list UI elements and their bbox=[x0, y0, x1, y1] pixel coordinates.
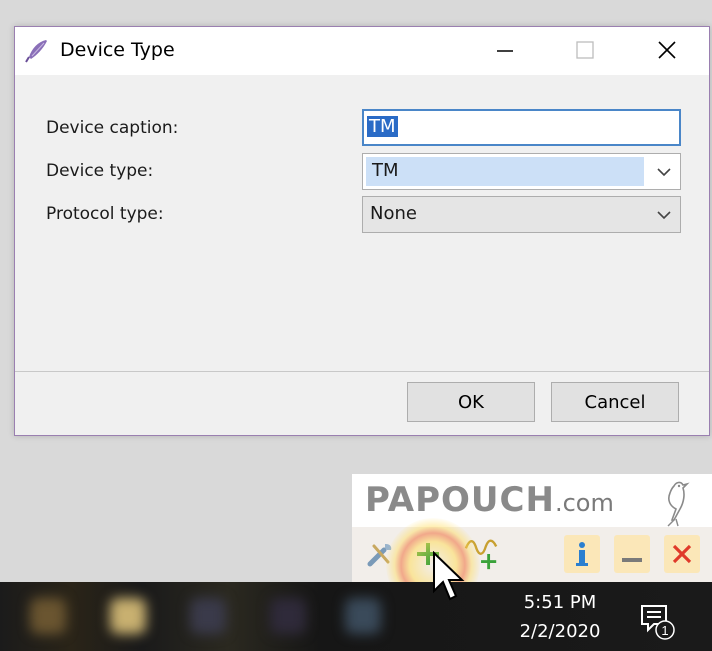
chevron-down-icon bbox=[657, 168, 671, 177]
device-type-label: Device type: bbox=[46, 161, 154, 181]
device-caption-value: TM bbox=[367, 116, 398, 137]
maximize-icon bbox=[576, 41, 594, 59]
taskbar-clock[interactable]: 5:51 PM 2/2/2020 bbox=[505, 588, 615, 646]
taskbar-app-icon[interactable] bbox=[190, 598, 226, 634]
minimize-panel-button[interactable] bbox=[614, 535, 650, 573]
maximize-button bbox=[545, 27, 625, 73]
taskbar: 5:51 PM 2/2/2020 1 bbox=[0, 582, 712, 651]
notification-count: 1 bbox=[661, 623, 668, 638]
close-button[interactable] bbox=[627, 27, 707, 73]
notification-icon: 1 bbox=[641, 605, 675, 640]
cancel-button[interactable]: Cancel bbox=[551, 382, 679, 422]
device-type-dialog: Device Type Device caption: TM Device ty… bbox=[14, 26, 710, 436]
close-panel-button[interactable] bbox=[664, 535, 700, 573]
footer-divider bbox=[15, 371, 709, 372]
device-caption-input[interactable]: TM bbox=[362, 109, 681, 146]
bird-logo-icon bbox=[667, 481, 690, 527]
clock-date: 2/2/2020 bbox=[519, 621, 601, 642]
close-icon bbox=[658, 41, 676, 59]
papouch-logo: PAPOUCH.com bbox=[365, 480, 614, 520]
clock-time: 5:51 PM bbox=[523, 592, 597, 613]
device-caption-label: Device caption: bbox=[46, 118, 179, 138]
info-icon bbox=[576, 542, 588, 566]
minimize-icon bbox=[497, 50, 513, 52]
mouse-cursor-icon bbox=[433, 551, 465, 601]
action-center-button[interactable]: 1 bbox=[636, 600, 678, 642]
info-button[interactable] bbox=[564, 535, 600, 573]
device-type-select[interactable]: TM bbox=[362, 153, 681, 190]
taskbar-app-icon[interactable] bbox=[110, 598, 146, 634]
protocol-type-value: None bbox=[370, 203, 417, 224]
taskbar-app-icon[interactable] bbox=[345, 598, 381, 634]
title-bar[interactable]: Device Type bbox=[15, 27, 709, 75]
taskbar-app-icon[interactable] bbox=[270, 598, 306, 634]
device-type-value: TM bbox=[366, 157, 644, 186]
feather-pen-icon bbox=[25, 40, 47, 63]
taskbar-app-icon[interactable] bbox=[30, 598, 66, 634]
minimize-button[interactable] bbox=[465, 27, 545, 73]
protocol-type-select[interactable]: None bbox=[362, 196, 681, 233]
chevron-down-icon bbox=[657, 211, 671, 220]
protocol-type-label: Protocol type: bbox=[46, 204, 164, 224]
dialog-title: Device Type bbox=[60, 39, 175, 61]
close-icon bbox=[672, 544, 692, 564]
ok-button[interactable]: OK bbox=[407, 382, 535, 422]
minimize-icon bbox=[622, 558, 642, 562]
